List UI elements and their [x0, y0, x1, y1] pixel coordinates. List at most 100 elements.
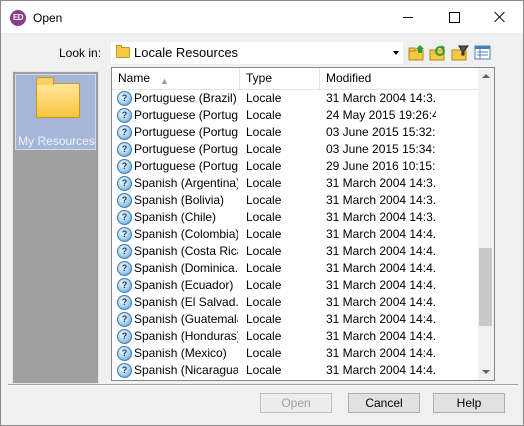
refresh-button[interactable] — [429, 44, 447, 62]
column-header-modified[interactable]: Modified — [320, 68, 478, 89]
locale-file-icon: ? — [117, 91, 132, 106]
details-view-button[interactable] — [474, 44, 492, 62]
maximize-icon — [448, 11, 460, 23]
item-name: Portuguese (Portug... — [134, 125, 238, 139]
list-item[interactable]: ? Portuguese (Portug... Locale 03 June 2015… — [112, 124, 478, 141]
item-name: Spanish (Guatemala) — [134, 312, 238, 326]
locale-file-icon: ? — [117, 108, 132, 123]
my-resources-label: My Resources — [18, 134, 95, 148]
open-dialog: ED Open Look in: Locale Resources My Res… — [0, 0, 524, 426]
item-name: Spanish (El Salvad... — [134, 295, 238, 309]
close-icon — [494, 11, 506, 23]
sort-ascending-icon: ▲ — [160, 76, 169, 86]
item-name: Spanish (Colombia) — [134, 227, 238, 241]
locale-file-icon: ? — [117, 159, 132, 174]
list-rows: ? Portuguese (Brazil) Locale 31 March 2004 … — [112, 90, 478, 379]
item-type: Locale — [246, 108, 282, 122]
item-modified: 31 March 2004 14:3... — [326, 210, 436, 224]
item-name: Spanish (Costa Rica) — [134, 244, 238, 258]
scroll-up-icon[interactable] — [482, 74, 490, 78]
list-item[interactable]: ? Spanish (Mexico) Locale 31 March 2004 14:… — [112, 345, 478, 362]
item-type: Locale — [246, 329, 282, 343]
places-bar: My Resources — [12, 71, 99, 384]
item-type: Locale — [246, 278, 282, 292]
list-item[interactable]: ? Spanish (Argentina) Locale 31 March 2004 … — [112, 175, 478, 192]
help-button[interactable]: Help — [433, 393, 505, 413]
locale-file-icon: ? — [117, 295, 132, 310]
item-type: Locale — [246, 312, 282, 326]
locale-file-icon: ? — [117, 176, 132, 191]
column-header-name[interactable]: Name ▲ — [112, 68, 240, 89]
chevron-down-icon — [393, 51, 399, 55]
list-item[interactable]: ? Portuguese (Portug... Locale 29 June 2016… — [112, 158, 478, 175]
item-type: Locale — [246, 295, 282, 309]
locale-file-icon: ? — [117, 278, 132, 293]
list-item[interactable]: ? Portuguese (Portug... Locale 03 June 2015… — [112, 141, 478, 158]
locale-file-icon: ? — [117, 125, 132, 140]
dialog-title: Open — [33, 11, 63, 25]
item-modified: 31 March 2004 14:3... — [326, 193, 436, 207]
list-item[interactable]: ? Spanish (Chile) Locale 31 March 2004 14:3… — [112, 209, 478, 226]
my-resources-shortcut[interactable]: My Resources — [15, 74, 96, 150]
column-header-type-label: Type — [246, 71, 273, 85]
app-icon: ED — [10, 10, 26, 26]
refresh-icon — [429, 45, 445, 61]
item-modified: 31 March 2004 14:4... — [326, 278, 436, 292]
item-type: Locale — [246, 142, 282, 156]
locale-file-icon: ? — [117, 363, 132, 378]
list-item[interactable]: ? Spanish (Honduras) Locale 31 March 2004 1… — [112, 328, 478, 345]
item-type: Locale — [246, 363, 282, 377]
item-type: Locale — [246, 261, 282, 275]
locale-file-icon: ? — [117, 329, 132, 344]
item-type: Locale — [246, 210, 282, 224]
list-header: Name ▲ Type Modified — [112, 68, 478, 90]
item-modified: 31 March 2004 14:4... — [326, 244, 436, 258]
list-item[interactable]: ? Portuguese (Brazil) Locale 31 March 2004 … — [112, 90, 478, 107]
list-item[interactable]: ? Spanish (Nicaragua) Locale 31 March 2004 … — [112, 362, 478, 379]
item-modified: 31 March 2004 14:3... — [326, 91, 436, 105]
locale-file-icon: ? — [117, 244, 132, 259]
list-item[interactable]: ? Spanish (Colombia) Locale 31 March 2004 1… — [112, 226, 478, 243]
maximize-button[interactable] — [431, 1, 477, 33]
item-name: Spanish (Ecuador) — [134, 278, 234, 292]
locale-file-icon: ? — [117, 210, 132, 225]
file-list: Name ▲ Type Modified ? Portuguese (Brazil… — [111, 67, 495, 381]
list-item[interactable]: ? Spanish (Ecuador) Locale 31 March 2004 14… — [112, 277, 478, 294]
list-item[interactable]: ? Spanish (El Salvad... Locale 31 March 200… — [112, 294, 478, 311]
list-item[interactable]: ? Spanish (Bolivia) Locale 31 March 2004 14… — [112, 192, 478, 209]
item-modified: 31 March 2004 14:4... — [326, 261, 436, 275]
scroll-thumb[interactable] — [479, 248, 492, 326]
item-name: Portuguese (Portug... — [134, 108, 238, 122]
minimize-icon — [403, 16, 413, 18]
open-button[interactable]: Open — [260, 393, 332, 413]
column-header-type[interactable]: Type — [240, 68, 320, 89]
item-name: Portuguese (Portug... — [134, 159, 238, 173]
list-item[interactable]: ? Spanish (Costa Rica) Locale 31 March 2004… — [112, 243, 478, 260]
item-type: Locale — [246, 227, 282, 241]
scroll-down-icon[interactable] — [482, 370, 490, 374]
list-item[interactable]: ? Spanish (Guatemala) Locale 31 March 2004 … — [112, 311, 478, 328]
item-name: Spanish (Dominica... — [134, 261, 238, 275]
column-header-name-label: Name — [118, 71, 151, 85]
column-header-modified-label: Modified — [326, 71, 372, 85]
item-name: Spanish (Mexico) — [134, 346, 227, 360]
look-in-value: Locale Resources — [134, 45, 239, 60]
item-modified: 31 March 2004 14:4... — [326, 295, 436, 309]
locale-file-icon: ? — [117, 142, 132, 157]
divider — [8, 384, 518, 386]
item-type: Locale — [246, 244, 282, 258]
close-button[interactable] — [477, 1, 523, 33]
item-modified: 24 May 2015 19:26:42 — [326, 108, 436, 122]
list-item[interactable]: ? Portuguese (Portug... Locale 24 May 2015 … — [112, 107, 478, 124]
up-folder-button[interactable] — [408, 44, 426, 62]
look-in-dropdown[interactable]: Locale Resources — [111, 42, 403, 64]
item-name: Spanish (Nicaragua) — [134, 363, 238, 377]
look-in-label: Look in: — [59, 46, 102, 60]
filter-icon — [451, 45, 470, 61]
locale-file-icon: ? — [117, 346, 132, 361]
filter-button[interactable] — [451, 44, 470, 62]
vertical-scrollbar[interactable] — [478, 68, 494, 380]
minimize-button[interactable] — [385, 1, 431, 33]
list-item[interactable]: ? Spanish (Dominica... Locale 31 March 2004… — [112, 260, 478, 277]
cancel-button[interactable]: Cancel — [348, 393, 420, 413]
